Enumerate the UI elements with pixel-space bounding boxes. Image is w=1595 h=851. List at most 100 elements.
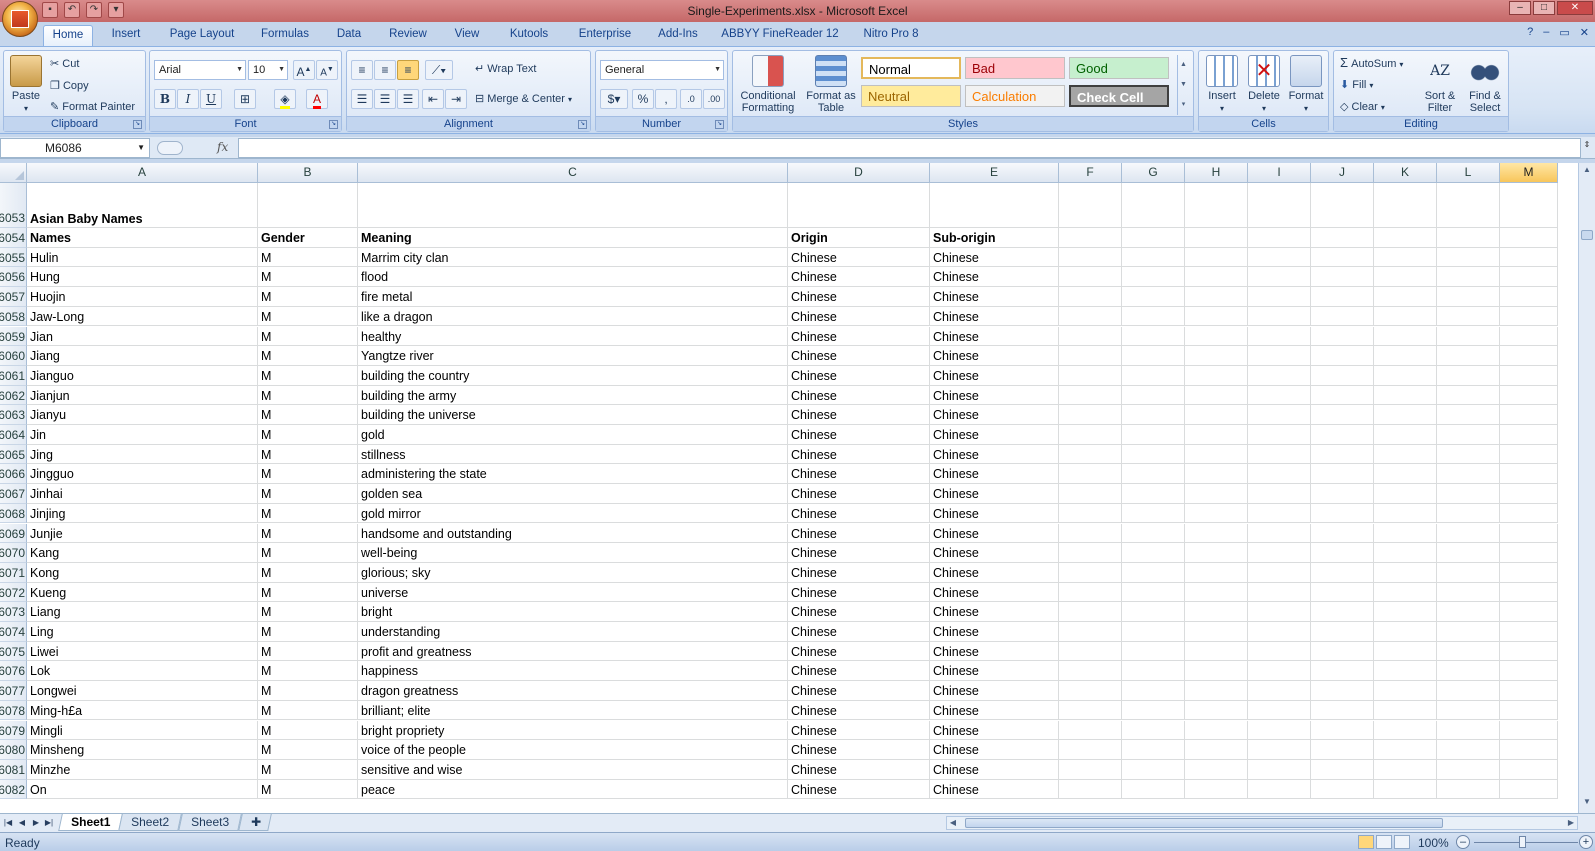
cell-h[interactable] <box>1185 543 1248 563</box>
cell-d[interactable]: Chinese <box>788 425 930 445</box>
cell-style-2[interactable]: Good <box>1069 57 1169 79</box>
row-header[interactable]: 6064 <box>0 425 27 445</box>
cell-f[interactable] <box>1059 464 1122 485</box>
cell-g[interactable] <box>1122 641 1185 662</box>
cell-c[interactable]: bright <box>358 602 788 622</box>
column-header-m[interactable]: M <box>1500 163 1558 183</box>
cell-k[interactable] <box>1374 385 1437 406</box>
cell-i[interactable] <box>1248 267 1311 288</box>
cell-f[interactable] <box>1059 444 1122 465</box>
cell-k[interactable] <box>1374 346 1437 366</box>
column-header-a[interactable]: A <box>27 163 258 183</box>
tab-abbyy[interactable]: ABBYY FineReader 12 <box>716 25 844 46</box>
cell-b[interactable]: M <box>258 543 358 563</box>
cell-e[interactable]: Chinese <box>930 464 1059 485</box>
cell-e[interactable]: Chinese <box>930 405 1059 425</box>
cell-e[interactable]: Chinese <box>930 740 1059 760</box>
cell-k[interactable] <box>1374 759 1437 780</box>
cell-g[interactable] <box>1122 425 1185 445</box>
doc-minimize-icon[interactable]: – <box>1543 26 1549 39</box>
cell-j[interactable] <box>1311 602 1374 622</box>
cell-b[interactable]: M <box>258 287 358 307</box>
tab-enterprise[interactable]: Enterprise <box>570 25 640 46</box>
cell-a[interactable]: Kong <box>27 562 258 583</box>
cell-h[interactable] <box>1185 464 1248 485</box>
cell-g[interactable] <box>1122 464 1185 485</box>
column-header-k[interactable]: K <box>1374 163 1437 183</box>
cell-d[interactable]: Chinese <box>788 661 930 682</box>
cell-a[interactable]: Jaw-Long <box>27 306 258 327</box>
merge-center-button[interactable]: ⊟ Merge & Center ▾ <box>475 92 572 105</box>
cell-f[interactable] <box>1059 228 1122 248</box>
last-sheet-icon[interactable]: ▶| <box>44 817 54 829</box>
cell-k[interactable] <box>1374 405 1437 425</box>
cell-l[interactable] <box>1437 681 1500 701</box>
cell-g[interactable] <box>1122 346 1185 366</box>
cell-l[interactable] <box>1437 562 1500 583</box>
row-header[interactable]: 6069 <box>0 523 27 544</box>
cell-i[interactable] <box>1248 740 1311 760</box>
cell-b[interactable]: M <box>258 661 358 682</box>
cell-k[interactable] <box>1374 681 1437 701</box>
cell-i[interactable] <box>1248 425 1311 445</box>
align-middle-button[interactable]: ≡ <box>374 60 396 80</box>
cell-a[interactable]: Huojin <box>27 287 258 307</box>
cell-j[interactable] <box>1311 681 1374 701</box>
align-left-button[interactable]: ☰ <box>351 89 373 109</box>
cell-l[interactable] <box>1437 582 1500 603</box>
cell-m[interactable] <box>1500 503 1558 524</box>
cell-d[interactable]: Chinese <box>788 602 930 622</box>
cell-e[interactable]: Chinese <box>930 582 1059 603</box>
cell-i[interactable] <box>1248 681 1311 701</box>
row-header[interactable]: 6075 <box>0 641 27 662</box>
cell-a[interactable]: Jingguo <box>27 464 258 485</box>
cell-j[interactable] <box>1311 247 1374 268</box>
cell-m[interactable] <box>1500 346 1558 366</box>
cell-f[interactable] <box>1059 503 1122 524</box>
page-break-view-button[interactable] <box>1394 835 1410 849</box>
row-header[interactable]: 6056 <box>0 267 27 288</box>
cell-c[interactable]: well-being <box>358 543 788 563</box>
cell-e[interactable]: Chinese <box>930 306 1059 327</box>
cell-e[interactable]: Chinese <box>930 425 1059 445</box>
cell-k[interactable] <box>1374 464 1437 485</box>
cell-a[interactable]: Jianguo <box>27 365 258 386</box>
insert-function-icon[interactable]: fx <box>217 140 228 154</box>
row-header[interactable]: 6076 <box>0 661 27 682</box>
cell-g[interactable] <box>1122 622 1185 642</box>
tab-home[interactable]: Home <box>43 25 93 46</box>
cell-e[interactable]: Chinese <box>930 287 1059 307</box>
cell-h[interactable] <box>1185 228 1248 248</box>
cell-e[interactable]: Chinese <box>930 681 1059 701</box>
cell-b[interactable]: M <box>258 681 358 701</box>
cell-b[interactable]: M <box>258 267 358 288</box>
cell-d[interactable]: Chinese <box>788 543 930 563</box>
borders-button[interactable]: ⊞ <box>234 89 256 109</box>
cell-g[interactable] <box>1122 720 1185 741</box>
cell-a[interactable]: Hung <box>27 267 258 288</box>
cell-l[interactable] <box>1437 484 1500 504</box>
cell-g[interactable] <box>1122 287 1185 307</box>
column-header-e[interactable]: E <box>930 163 1059 183</box>
cell-g[interactable] <box>1122 484 1185 504</box>
align-bottom-button[interactable]: ≡ <box>397 60 419 80</box>
cell-c[interactable]: building the army <box>358 385 788 406</box>
cell-m[interactable] <box>1500 326 1558 347</box>
cell-m[interactable] <box>1500 484 1558 504</box>
cell-f[interactable] <box>1059 346 1122 366</box>
cell-style-5[interactable]: Check Cell <box>1069 85 1169 107</box>
cell-f[interactable] <box>1059 602 1122 622</box>
cell-f[interactable] <box>1059 700 1122 721</box>
row-header[interactable]: 6065 <box>0 444 27 465</box>
cell-a[interactable]: Jianjun <box>27 385 258 406</box>
cell-j[interactable] <box>1311 346 1374 366</box>
cell-a[interactable]: Longwei <box>27 681 258 701</box>
doc-close-icon[interactable]: ✕ <box>1580 26 1589 39</box>
cell-j[interactable] <box>1311 405 1374 425</box>
cell-g[interactable] <box>1122 306 1185 327</box>
cell-k[interactable] <box>1374 661 1437 682</box>
cell-i[interactable] <box>1248 622 1311 642</box>
cell-c[interactable]: brilliant; elite <box>358 700 788 721</box>
cell-g[interactable] <box>1122 740 1185 760</box>
cell-e[interactable]: Chinese <box>930 661 1059 682</box>
